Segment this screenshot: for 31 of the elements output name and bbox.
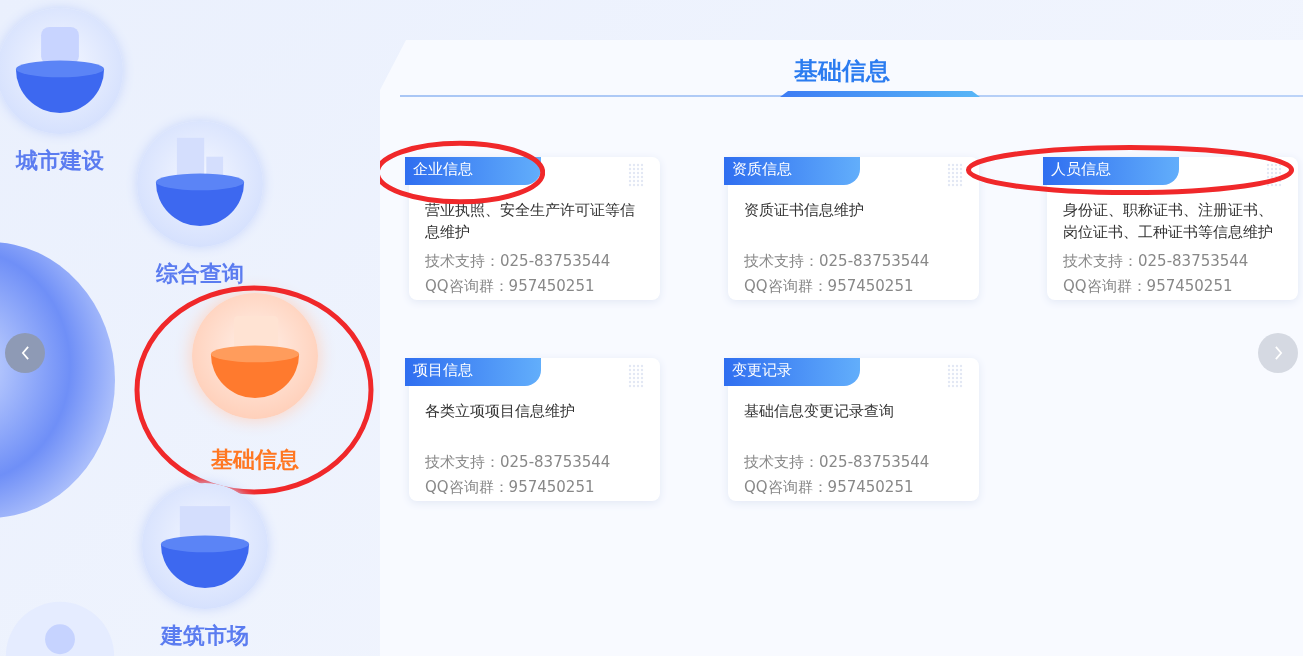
card-title: 变更记录: [724, 358, 860, 386]
menu-node-label: 建筑市场: [161, 622, 249, 650]
dot-grid-icon: [945, 161, 965, 189]
card-description: 营业执照、安全生产许可证等信息维护: [425, 200, 636, 243]
card-description: 各类立项项目信息维护: [425, 401, 576, 422]
qq-group: QQ咨询群：957450251: [744, 476, 965, 498]
qq-group: QQ咨询群：957450251: [1063, 275, 1284, 297]
dot-grid-icon: [626, 362, 646, 390]
menu-node-label: 基础信息: [211, 446, 299, 474]
dot-grid-icon: [945, 362, 965, 390]
card-description: 身份证、职称证书、注册证书、岗位证书、工种证书等信息维护: [1063, 200, 1274, 243]
support-phone: 技术支持：025-83753544: [425, 452, 612, 473]
card-title: 资质信息: [724, 157, 860, 185]
qq-group: QQ咨询群：957450251: [744, 275, 965, 297]
qq-group: QQ咨询群：957450251: [425, 275, 646, 297]
card-title: 项目信息: [405, 358, 541, 386]
support-phone: 技术支持：025-83753544: [425, 251, 612, 272]
menu-node-button[interactable]: [192, 293, 318, 419]
support-phone: 技术支持：025-83753544: [744, 452, 931, 473]
panel-title: 基础信息: [793, 56, 890, 87]
menu-node-label: 城市建设: [16, 147, 104, 175]
menu-node-label: 综合查询: [156, 260, 244, 288]
support-phone: 技术支持：025-83753544: [744, 251, 931, 272]
dot-grid-icon: [626, 161, 646, 189]
card-title: 企业信息: [405, 157, 541, 185]
dot-grid-icon: [1264, 161, 1284, 189]
card-description: 基础信息变更记录查询: [744, 401, 895, 422]
support-phone: 技术支持：025-83753544: [1063, 251, 1250, 272]
card-description: 资质证书信息维护: [744, 200, 865, 221]
qq-group: QQ咨询群：957450251: [425, 476, 646, 498]
card-title: 人员信息: [1043, 157, 1179, 185]
